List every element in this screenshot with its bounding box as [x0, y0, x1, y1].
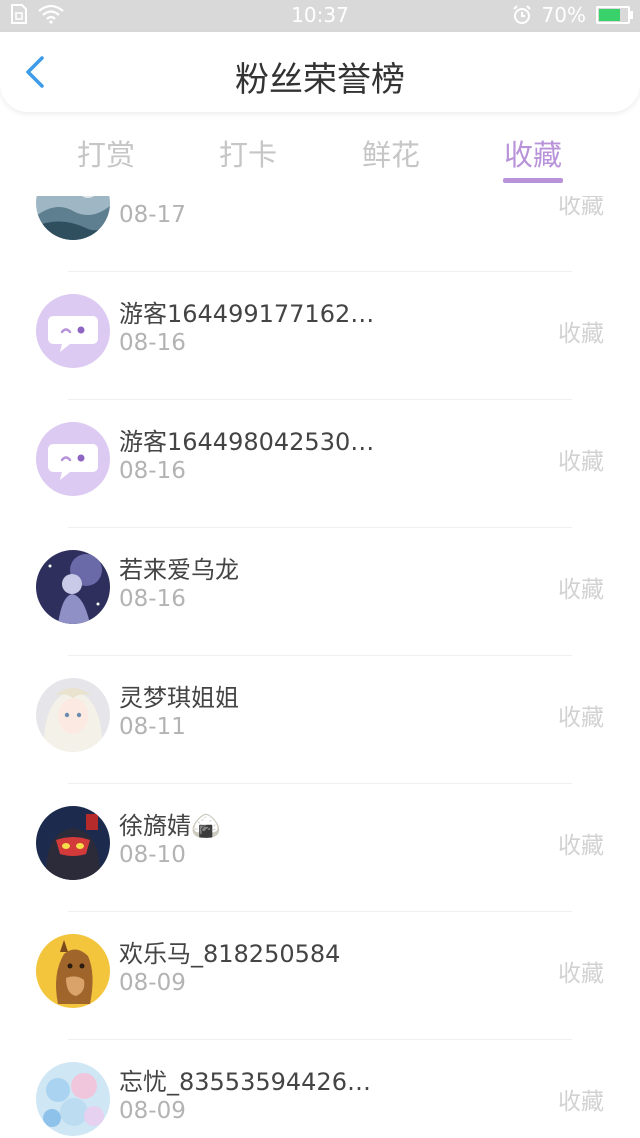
list-item[interactable]: 游客164498042530… 08-16 收藏	[0, 400, 640, 528]
avatar	[36, 1062, 110, 1136]
avatar	[36, 196, 110, 240]
avatar	[36, 934, 110, 1008]
collect-label: 收藏	[558, 705, 604, 731]
fan-list: 08-17 收藏 游客164499177162… 08-16 收藏 游客1644…	[0, 196, 640, 1138]
page-title: 粉丝荣誉榜	[235, 60, 405, 100]
user-name: 灵梦琪姐姐	[119, 684, 239, 712]
avatar	[36, 550, 110, 624]
list-item[interactable]: 徐旖婧🍙 08-10 收藏	[0, 784, 640, 912]
list-item[interactable]: 灵梦琪姐姐 08-11 收藏	[0, 656, 640, 784]
list-item[interactable]: 忘忧_83553594426… 08-09 收藏	[0, 1040, 640, 1138]
active-tab-indicator	[503, 178, 563, 183]
date: 08-09	[119, 1098, 186, 1124]
avatar	[36, 806, 110, 880]
collect-label: 收藏	[558, 449, 604, 475]
date: 08-17	[119, 202, 186, 228]
status-bar: 10:37 70%	[0, 0, 640, 32]
alarm-icon	[512, 5, 531, 24]
collect-label: 收藏	[558, 577, 604, 603]
user-name: 若来爱乌龙	[119, 556, 239, 584]
date: 08-16	[119, 586, 186, 612]
tab-checkin[interactable]: 打卡	[198, 132, 298, 174]
header: 粉丝荣誉榜	[0, 32, 640, 112]
tab-flowers[interactable]: 鲜花	[341, 132, 441, 174]
avatar	[36, 294, 110, 368]
battery-percent: 70%	[541, 3, 586, 27]
list-item[interactable]: 游客164499177162… 08-16 收藏	[0, 272, 640, 400]
battery-icon	[596, 6, 633, 24]
date: 08-09	[119, 970, 186, 996]
collect-label: 收藏	[558, 321, 604, 347]
date: 08-11	[119, 714, 186, 740]
date: 08-16	[119, 458, 186, 484]
list-item[interactable]: 欢乐马_818250584 08-09 收藏	[0, 912, 640, 1040]
list-item[interactable]: 08-17 收藏	[0, 196, 640, 272]
collect-label: 收藏	[558, 196, 604, 219]
avatar	[36, 678, 110, 752]
collect-label: 收藏	[558, 833, 604, 859]
user-name: 欢乐马_818250584	[119, 940, 341, 968]
date: 08-16	[119, 330, 186, 356]
date: 08-10	[119, 842, 186, 868]
avatar	[36, 422, 110, 496]
user-name: 游客164499177162…	[119, 300, 375, 328]
user-name: 徐旖婧🍙	[119, 812, 221, 840]
collect-label: 收藏	[558, 1089, 604, 1115]
tab-collect[interactable]: 收藏	[483, 132, 583, 174]
tab-tip[interactable]: 打赏	[56, 132, 156, 174]
user-name: 游客164498042530…	[119, 428, 375, 456]
list-item[interactable]: 若来爱乌龙 08-16 收藏	[0, 528, 640, 656]
collect-label: 收藏	[558, 961, 604, 987]
user-name: 忘忧_83553594426…	[119, 1068, 371, 1096]
